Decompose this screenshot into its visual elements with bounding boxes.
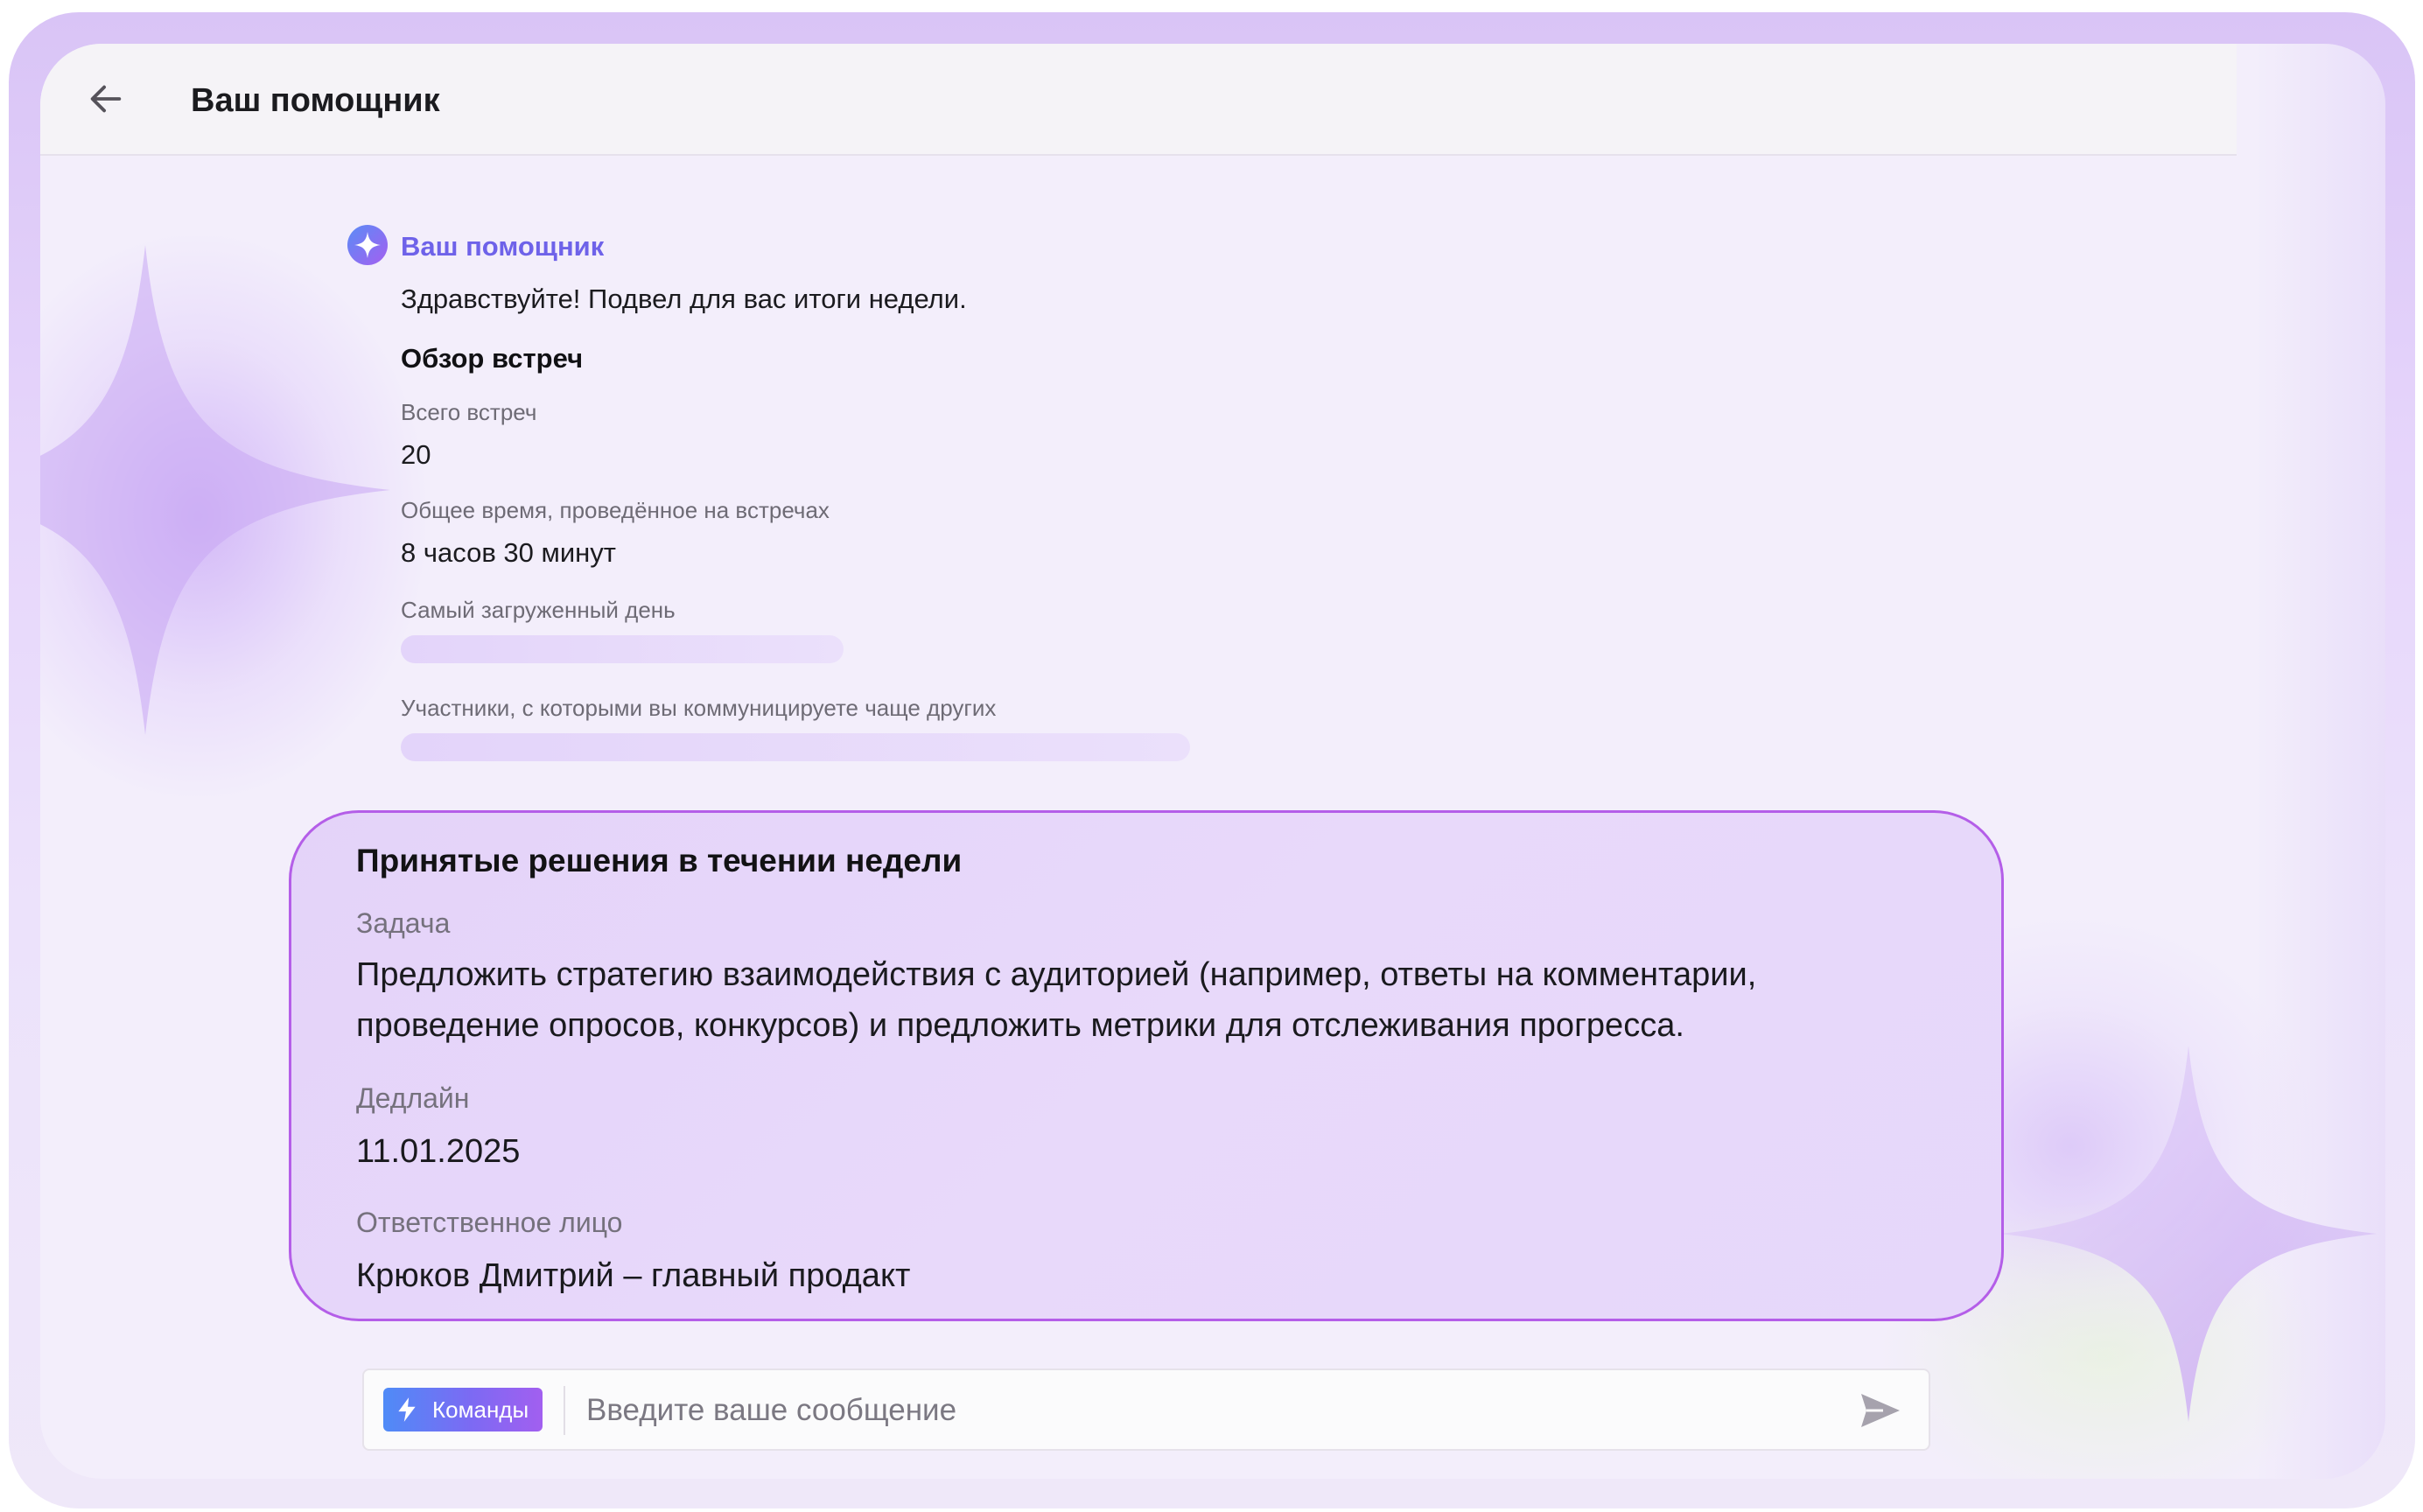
total-meetings-label: Всего встреч	[401, 399, 537, 425]
background-edge-right	[2254, 44, 2385, 1479]
busiest-day-placeholder	[401, 635, 844, 663]
busiest-day-label: Самый загруженный день	[401, 597, 676, 623]
arrow-left-icon[interactable]	[86, 79, 126, 119]
total-time-label: Общее время, проведённое на встречах	[401, 497, 830, 523]
decisions-card: Принятые решения в течении недели Задача…	[289, 810, 2004, 1321]
assistant-name: Ваш помощник	[401, 231, 605, 262]
frequent-participants-label: Участники, с которыми вы коммуницируете …	[401, 695, 997, 721]
task-value: Предложить стратегию взаимодействия с ау…	[356, 956, 1757, 1044]
sparkle-icon	[347, 225, 388, 265]
app-header: Ваш помощник	[40, 44, 2237, 156]
frequent-participants-placeholder	[401, 733, 1190, 761]
total-meetings-value: 20	[401, 439, 431, 470]
responsible-value: Крюков Дмитрий – главный продакт	[356, 1257, 911, 1294]
message-composer: Команды	[362, 1368, 1930, 1451]
send-icon[interactable]	[1859, 1391, 1902, 1430]
sparkle-decoration-left	[40, 245, 390, 735]
deadline-value: 11.01.2025	[356, 1133, 521, 1170]
task-label: Задача	[356, 907, 451, 939]
responsible-label: Ответственное лицо	[356, 1207, 623, 1238]
device-frame: Ваш помощник Ваш помощник Здравствуйте! …	[9, 12, 2415, 1508]
meetings-overview-title: Обзор встреч	[401, 343, 584, 374]
deadline-label: Дедлайн	[356, 1082, 470, 1114]
total-time-value: 8 часов 30 минут	[401, 537, 616, 568]
lightning-icon	[398, 1397, 416, 1422]
message-input[interactable]	[585, 1382, 1848, 1438]
commands-button[interactable]: Команды	[383, 1388, 543, 1432]
greeting-text: Здравствуйте! Подвел для вас итоги недел…	[401, 284, 967, 314]
decisions-card-title: Принятые решения в течении недели	[356, 843, 963, 878]
page-title: Ваш помощник	[191, 82, 440, 119]
app-screen: Ваш помощник Ваш помощник Здравствуйте! …	[40, 44, 2385, 1479]
commands-button-label: Команды	[432, 1396, 529, 1423]
composer-divider	[564, 1386, 565, 1435]
